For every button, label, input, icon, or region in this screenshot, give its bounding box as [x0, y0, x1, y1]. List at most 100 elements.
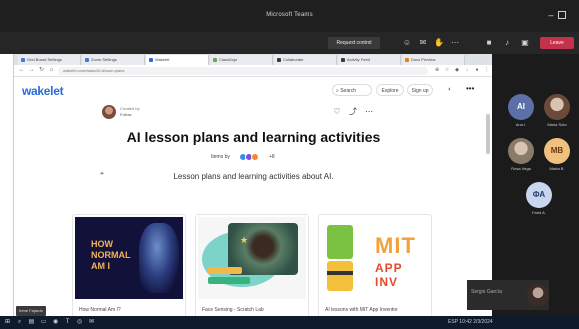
wakelet-logo[interactable]: wakelet	[22, 84, 64, 98]
participant-name: Rosa Vega	[511, 166, 531, 171]
follow-link[interactable]: Follow	[120, 112, 132, 117]
meeting-toolbar: Request control ☺ ✉ ✋ ⋯ ■ ♪ ▣ Leave	[0, 32, 579, 54]
meeting-titlebar: Microsoft Teams –	[0, 0, 579, 32]
profile-icon[interactable]: ●	[474, 67, 480, 73]
self-avatar	[527, 284, 549, 306]
participant-avatar[interactable]	[508, 138, 534, 164]
tab-favicon-icon	[149, 57, 153, 62]
participant-avatar[interactable]: MB	[544, 138, 570, 164]
os-taskbar: ⊞ ⌕ ▤ ▭ ◉ T ◎ ✉ ESP 10:42 2/3/2024	[0, 316, 579, 329]
share-icon[interactable]: ▣	[520, 38, 530, 48]
minimize-icon[interactable]: –	[546, 10, 556, 20]
camera-icon[interactable]: ■	[484, 38, 494, 48]
participant-name: Marta B.	[549, 166, 565, 171]
like-icon[interactable]: ♡	[332, 107, 342, 117]
participant-avatar[interactable]: AI	[508, 94, 534, 120]
browser-tab[interactable]: Activity Feed	[338, 55, 401, 65]
raise-hand-icon[interactable]: ✋	[434, 38, 444, 48]
start-icon[interactable]: ⊞	[4, 319, 11, 326]
code-block	[208, 267, 242, 274]
thumbnail-text: MIT	[375, 233, 416, 258]
explorer-icon[interactable]: ▭	[40, 319, 47, 326]
dark-mode-icon[interactable]: ◐	[448, 86, 456, 94]
bee-logo-icon	[327, 261, 353, 291]
participant-avatar[interactable]	[544, 94, 570, 120]
item-card[interactable]: ★ Face Sensing - Scratch Lab	[195, 214, 309, 322]
page-scrollbar[interactable]	[486, 114, 490, 154]
window-title: Microsoft Teams	[266, 12, 313, 18]
more-icon[interactable]: ⋯	[450, 38, 460, 48]
contributor-avatars[interactable]	[239, 153, 265, 161]
byline-more: +8	[269, 154, 275, 160]
participant-avatar[interactable]: ФА	[526, 182, 552, 208]
self-view: Sergio García	[467, 280, 549, 310]
back-icon[interactable]: ←	[18, 67, 25, 74]
download-icon[interactable]: ↓	[464, 67, 470, 73]
participant-name: Ana I.	[515, 122, 527, 127]
share-link-icon[interactable]: ⤴	[348, 107, 358, 117]
mic-icon[interactable]: ♪	[502, 38, 512, 48]
star-icon: ★	[240, 235, 249, 245]
tab-label: Wakelet	[155, 57, 170, 62]
tab-label: Docs Preview	[411, 57, 436, 62]
people-icon[interactable]: ☺	[402, 38, 412, 48]
tab-favicon-icon	[21, 57, 25, 62]
browser-tab[interactable]: Grid Board Settings	[18, 55, 81, 65]
browser-tab[interactable]: ClassDojo	[210, 55, 273, 65]
bee-logo-icon	[327, 225, 353, 259]
card-thumbnail: HOW NORMAL AM I	[75, 217, 183, 299]
tab-favicon-icon	[85, 57, 89, 62]
card-caption: AI lessons with MIT App Inventor	[325, 307, 398, 313]
menu-icon[interactable]: ⋮	[484, 67, 490, 73]
search-button[interactable]: ⌕ Search	[332, 84, 372, 96]
tab-favicon-icon	[405, 57, 409, 62]
search-taskbar-icon[interactable]: ⌕	[16, 319, 23, 326]
participant-name: Farid A.	[532, 210, 546, 215]
face-illustration	[139, 223, 179, 293]
zoom-icon[interactable]: ⊕	[434, 67, 440, 73]
reload-icon[interactable]: ↻	[38, 67, 45, 74]
chat-icon[interactable]: ✉	[418, 38, 428, 48]
tab-label: Grid Board Settings	[27, 57, 62, 62]
search-label: Search	[340, 88, 357, 94]
browser-tab[interactable]: Docs Preview	[402, 55, 465, 65]
bee-stripe	[327, 271, 353, 275]
tab-label: Zoom Settings	[91, 57, 117, 62]
forward-icon[interactable]: →	[28, 67, 35, 74]
browser-tab-strip: Grid Board Settings Zoom Settings Wakelet C…	[14, 54, 493, 65]
browser-tab[interactable]: Collaborate	[274, 55, 337, 65]
thumbnail-text: HOW NORMAL AM I	[91, 239, 131, 271]
bookmark-icon[interactable]: ☆	[444, 67, 450, 73]
chrome-icon[interactable]: ◎	[76, 319, 83, 326]
collection-title: AI lesson plans and learning activities	[126, 129, 381, 145]
tab-label: Activity Feed	[347, 57, 370, 62]
item-card[interactable]: HOW NORMAL AM I How Normal Am I?	[72, 214, 186, 322]
signup-button[interactable]: Sign up	[407, 84, 433, 96]
card-caption: How Normal Am I?	[79, 307, 121, 313]
author-name: Created by	[120, 106, 140, 111]
tab-favicon-icon	[213, 57, 217, 62]
browser-tab[interactable]: Wakelet	[146, 55, 209, 65]
browser-tab[interactable]: Zoom Settings	[82, 55, 145, 65]
card-thumbnail: ★	[198, 217, 306, 299]
system-tray: ESP 10:42 2/3/2024	[448, 319, 493, 325]
mail-icon[interactable]: ✉	[88, 319, 95, 326]
contributor-avatar	[251, 153, 259, 161]
task-view-icon[interactable]: ▤	[28, 319, 35, 326]
address-bar: ← → ↻ ⌂ wakelet.com/wake/AI-lesson-plans…	[14, 65, 493, 77]
more-options-icon[interactable]: •••	[466, 84, 474, 93]
teams-icon[interactable]: T	[64, 319, 71, 326]
tab-favicon-icon	[341, 57, 345, 62]
home-icon[interactable]: ⌂	[48, 67, 55, 74]
collection-more-icon[interactable]: ⋯	[364, 107, 374, 117]
item-card[interactable]: MIT APP INV AI lessons with MIT App Inve…	[318, 214, 432, 322]
leave-button[interactable]: Leave	[540, 37, 574, 49]
request-control-button[interactable]: Request control	[328, 37, 380, 49]
participant-name: Maria Soto	[547, 122, 567, 127]
author-avatar[interactable]	[102, 105, 116, 119]
extension-icon[interactable]: ◆	[454, 67, 460, 73]
explore-button[interactable]: Explore	[376, 84, 404, 96]
url-input[interactable]: wakelet.com/wake/AI-lesson-plans	[58, 67, 428, 75]
maximize-icon[interactable]	[558, 11, 566, 19]
edge-icon[interactable]: ◉	[52, 319, 59, 326]
